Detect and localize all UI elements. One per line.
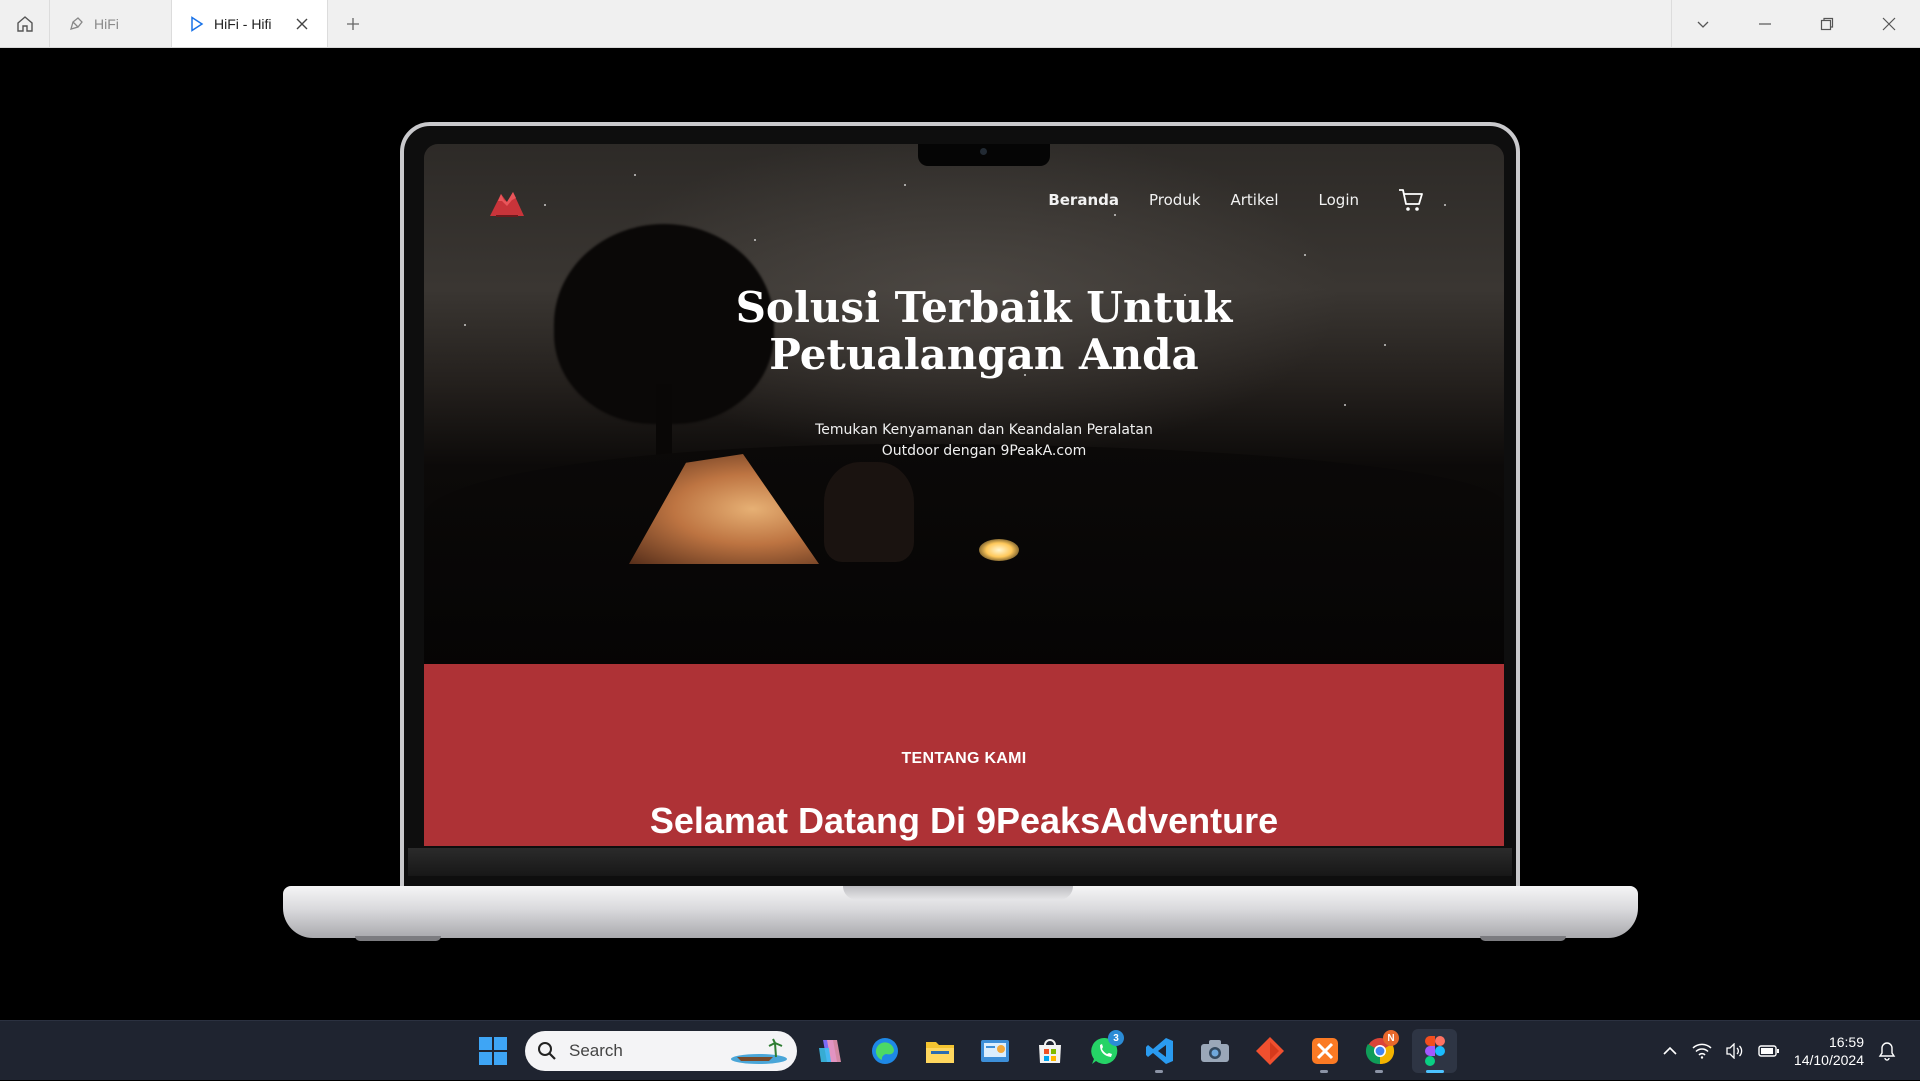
taskbar-apps: Search 3 N bbox=[470, 1029, 1457, 1073]
nav-link-login[interactable]: Login bbox=[1319, 191, 1359, 209]
chevron-up-icon[interactable] bbox=[1662, 1043, 1678, 1059]
taskbar-copilot[interactable] bbox=[807, 1029, 852, 1073]
hero-section: Beranda Produk Artikel Login Solusi Terb… bbox=[424, 144, 1504, 664]
edge-icon bbox=[871, 1038, 898, 1064]
restore-button[interactable] bbox=[1796, 0, 1858, 47]
windows-taskbar: Search 3 N 16:59 14/10/2024 bbox=[0, 1020, 1920, 1080]
tab-label: HiFi - Hifi bbox=[214, 15, 272, 32]
close-icon bbox=[1882, 17, 1896, 30]
campfire-glow bbox=[979, 539, 1019, 561]
close-window-button[interactable] bbox=[1858, 0, 1920, 47]
chevron-down-icon bbox=[1697, 21, 1709, 28]
hero-title-line-2: Petualangan Anda bbox=[769, 330, 1199, 379]
start-button[interactable] bbox=[470, 1029, 515, 1073]
tab-hifi-prototype[interactable]: HiFi - Hifi bbox=[172, 0, 328, 47]
notification-bell-icon[interactable] bbox=[1878, 1041, 1896, 1061]
running-indicator bbox=[1426, 1070, 1444, 1073]
laptop-mockup-base bbox=[283, 886, 1638, 941]
search-icon bbox=[538, 1042, 556, 1060]
running-indicator bbox=[1375, 1070, 1383, 1073]
tab-list-button[interactable] bbox=[1672, 0, 1734, 47]
clock-date: 14/10/2024 bbox=[1793, 1052, 1864, 1068]
hero-subtitle-line-2: Outdoor dengan 9PeakA.com bbox=[881, 443, 1087, 459]
taskbar-file-explorer[interactable] bbox=[917, 1029, 962, 1073]
new-tab-button[interactable] bbox=[328, 0, 378, 47]
mountain-logo-icon[interactable] bbox=[488, 186, 526, 218]
title-bar-spacer bbox=[378, 0, 1671, 47]
wifi-icon[interactable] bbox=[1692, 1043, 1712, 1059]
restore-icon bbox=[1820, 17, 1834, 30]
chrome-notification-badge: N bbox=[1383, 1030, 1399, 1046]
xampp-icon bbox=[1311, 1038, 1338, 1064]
base-opening-notch bbox=[843, 886, 1073, 900]
close-tab-icon[interactable] bbox=[295, 17, 309, 31]
taskbar-whatsapp[interactable]: 3 bbox=[1082, 1029, 1127, 1073]
nav-links: Beranda Produk Artikel Login bbox=[1048, 191, 1359, 209]
taskbar-edge[interactable] bbox=[862, 1029, 907, 1073]
taskbar-figma[interactable] bbox=[1412, 1029, 1457, 1073]
copilot-icon bbox=[818, 1040, 841, 1062]
plus-icon bbox=[347, 17, 359, 30]
home-icon bbox=[16, 15, 33, 32]
hill-silhouette bbox=[424, 444, 1504, 664]
star bbox=[1344, 404, 1346, 406]
whatsapp-notification-badge: 3 bbox=[1108, 1030, 1124, 1046]
pen-tool-icon bbox=[70, 16, 83, 30]
hero-title: Solusi Terbaik Untuk Petualangan Anda bbox=[424, 284, 1504, 378]
about-label: TENTANG KAMI bbox=[901, 750, 1027, 767]
laptop-foot bbox=[355, 936, 441, 941]
camera-icon bbox=[1200, 1040, 1229, 1062]
about-section: TENTANG KAMI Selamat Datang Di 9PeaksAdv… bbox=[424, 664, 1504, 846]
volume-icon[interactable] bbox=[1726, 1043, 1744, 1059]
tab-hifi-file[interactable]: HiFi bbox=[50, 0, 172, 47]
taskbar-camera[interactable] bbox=[1192, 1029, 1237, 1073]
taskbar-search-box[interactable]: Search bbox=[525, 1031, 797, 1071]
taskbar-microsoft-store[interactable] bbox=[1027, 1029, 1072, 1073]
running-indicator bbox=[1155, 1070, 1163, 1073]
home-button[interactable] bbox=[0, 0, 50, 47]
window-controls bbox=[1671, 0, 1920, 47]
laptop-mockup-lid: Beranda Produk Artikel Login Solusi Terb… bbox=[400, 122, 1520, 892]
nav-link-artikel[interactable]: Artikel bbox=[1231, 191, 1279, 209]
laptop-hinge bbox=[408, 848, 1512, 876]
vscode-icon bbox=[1145, 1038, 1173, 1064]
camera-notch bbox=[918, 144, 1050, 166]
hero-subtitle-line-1: Temukan Kenyamanan dan Keandalan Peralat… bbox=[815, 422, 1153, 438]
store-icon bbox=[1038, 1039, 1061, 1063]
about-title: Selamat Datang Di 9PeaksAdventure bbox=[649, 800, 1279, 841]
taskbar-xampp[interactable] bbox=[1302, 1029, 1347, 1073]
git-icon bbox=[1255, 1037, 1284, 1065]
minimize-icon bbox=[1759, 22, 1771, 25]
cart-icon[interactable] bbox=[1398, 188, 1424, 212]
running-indicator bbox=[1320, 1070, 1328, 1073]
play-icon bbox=[191, 15, 204, 32]
hero-title-line-1: Solusi Terbaik Untuk bbox=[735, 283, 1233, 332]
camera-dot bbox=[980, 148, 987, 155]
control-panel-icon bbox=[980, 1040, 1009, 1062]
prototype-canvas: Beranda Produk Artikel Login Solusi Terb… bbox=[0, 48, 1920, 1020]
system-tray: 16:59 14/10/2024 bbox=[1662, 1021, 1896, 1081]
clock-time: 16:59 bbox=[1828, 1034, 1864, 1050]
taskbar-git[interactable] bbox=[1247, 1029, 1292, 1073]
campers-silhouette bbox=[824, 462, 914, 562]
figma-icon bbox=[1424, 1036, 1445, 1066]
taskbar-vscode[interactable] bbox=[1137, 1029, 1182, 1073]
windows-start-icon bbox=[478, 1037, 507, 1065]
minimize-button[interactable] bbox=[1734, 0, 1796, 47]
tab-label: HiFi bbox=[94, 15, 119, 32]
taskbar-chrome[interactable]: N bbox=[1357, 1029, 1402, 1073]
nav-link-beranda[interactable]: Beranda bbox=[1048, 191, 1119, 209]
nav-link-produk[interactable]: Produk bbox=[1149, 191, 1201, 209]
taskbar-control-panel[interactable] bbox=[972, 1029, 1017, 1073]
app-title-bar: HiFi HiFi - Hifi bbox=[0, 0, 1920, 48]
laptop-foot bbox=[1480, 936, 1566, 941]
laptop-screen: Beranda Produk Artikel Login Solusi Terb… bbox=[424, 144, 1504, 846]
search-placeholder: Search bbox=[569, 1041, 623, 1060]
search-highlight-beach-icon bbox=[731, 1038, 787, 1064]
hero-subtitle: Temukan Kenyamanan dan Keandalan Peralat… bbox=[724, 420, 1244, 462]
folder-icon bbox=[925, 1042, 954, 1063]
battery-icon[interactable] bbox=[1758, 1044, 1780, 1058]
taskbar-clock[interactable]: 16:59 14/10/2024 bbox=[1794, 1033, 1864, 1069]
